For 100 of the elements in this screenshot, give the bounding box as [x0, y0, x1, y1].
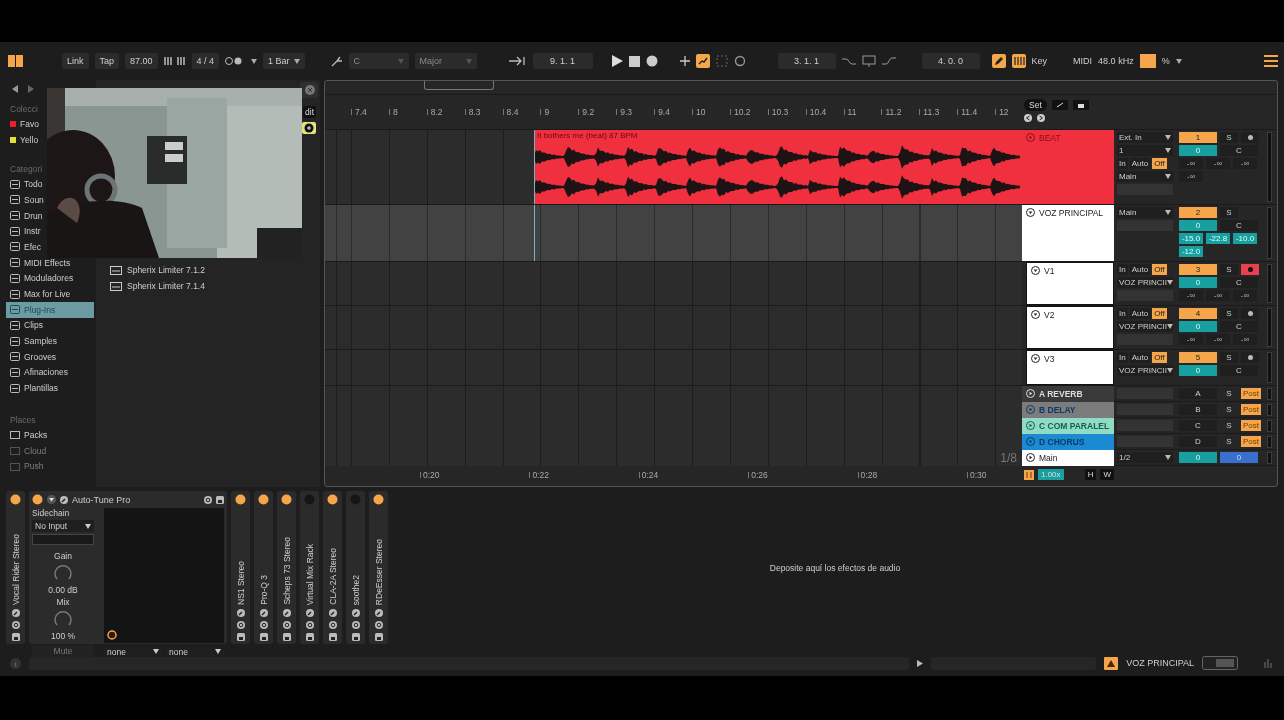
midi-label[interactable]: MIDI [1073, 56, 1093, 66]
tap-button[interactable]: Tap [94, 53, 120, 69]
solo-button[interactable]: S [1220, 404, 1238, 415]
pan-field[interactable]: C [1220, 220, 1258, 231]
routing-select[interactable]: Main [1117, 171, 1173, 182]
monitor-button[interactable]: In [1117, 158, 1128, 169]
automation-arm-icon[interactable] [695, 54, 710, 68]
caret-icon[interactable] [215, 649, 221, 654]
save-icon[interactable] [374, 633, 383, 641]
routing-select[interactable]: VOZ PRINCII [1117, 277, 1173, 288]
set-button[interactable]: Set [1024, 99, 1047, 111]
monitor-button[interactable]: Auto [1129, 264, 1151, 275]
nudge-icon[interactable] [163, 56, 186, 66]
solo-button[interactable]: S [1220, 420, 1238, 431]
link-icon[interactable] [282, 621, 291, 629]
h-button[interactable]: H [1084, 469, 1097, 480]
arm-button[interactable] [1241, 308, 1259, 319]
routing-select[interactable]: VOZ PRINCII [1117, 321, 1173, 332]
forward-icon[interactable] [28, 85, 34, 93]
arm-button[interactable] [1241, 132, 1259, 143]
category-item[interactable]: Instr [6, 223, 41, 240]
wrench-icon[interactable] [328, 609, 337, 617]
scale-icon[interactable] [330, 55, 343, 67]
play-circle-icon[interactable] [1026, 421, 1035, 430]
pan-field[interactable]: 0 [1220, 452, 1258, 463]
wrench-icon[interactable] [282, 609, 291, 617]
record-icon[interactable] [1247, 311, 1253, 316]
caret-icon[interactable] [251, 58, 258, 64]
ring-icon[interactable] [107, 630, 117, 640]
caret-icon[interactable] [153, 649, 159, 654]
send-field[interactable]: -∞ [1179, 290, 1203, 301]
return-letter[interactable]: B [1179, 404, 1217, 415]
return-track-header[interactable]: C COM PARALEL [1022, 418, 1114, 434]
monitor-button[interactable]: In [1117, 264, 1128, 275]
save-icon[interactable] [351, 633, 360, 641]
main-track-header[interactable]: Main [1022, 450, 1114, 466]
wrench-icon[interactable] [351, 609, 360, 617]
macro-select[interactable]: none [166, 646, 224, 657]
tempo-field[interactable]: 87.00 [125, 53, 158, 69]
send-field[interactable]: -∞ [1233, 158, 1257, 169]
solo-button[interactable]: S [1220, 388, 1238, 399]
play-icon[interactable] [610, 55, 623, 67]
device-on-icon[interactable] [281, 494, 292, 505]
folded-device[interactable]: Scheps 73 Stereo [277, 491, 296, 644]
record-icon[interactable] [1247, 135, 1253, 140]
plus-icon[interactable] [679, 56, 690, 66]
arm-button[interactable] [1241, 352, 1259, 363]
link-icon[interactable] [305, 621, 314, 629]
folded-device[interactable]: NS1 Stereo [231, 491, 250, 644]
folded-device[interactable]: Virtual Mix Rack [300, 491, 319, 644]
post-button[interactable]: Post [1241, 388, 1261, 399]
device-on-icon[interactable] [10, 494, 21, 505]
fold-caret-icon[interactable] [47, 495, 56, 504]
pencil-icon[interactable] [991, 54, 1006, 68]
category-item[interactable]: Clips [6, 317, 43, 334]
caret-icon[interactable] [1167, 368, 1173, 373]
category-item[interactable]: Grooves [6, 348, 57, 365]
device-on-icon[interactable] [235, 494, 246, 505]
track-activator[interactable]: 2 [1179, 207, 1217, 218]
solo-button[interactable]: S [1220, 264, 1238, 275]
monitor-button[interactable]: Auto [1129, 352, 1151, 363]
device-on-icon[interactable] [373, 494, 384, 505]
track-activator[interactable]: 3 [1179, 264, 1217, 275]
mute-button[interactable]: Mute [32, 645, 94, 657]
routing-select[interactable]: 1 [1117, 145, 1173, 156]
pan-field[interactable]: C [1220, 145, 1258, 156]
track-lane[interactable] [325, 306, 1022, 349]
edit-button[interactable]: dit [303, 106, 316, 118]
link-icon[interactable] [259, 621, 268, 629]
curve-icon[interactable] [881, 56, 896, 66]
save-icon[interactable] [259, 633, 268, 641]
file-item[interactable]: Spherix Limiter 7.1.4 [100, 278, 318, 294]
save-icon[interactable] [11, 633, 20, 641]
fold-icon[interactable] [1031, 310, 1040, 319]
record-icon[interactable] [645, 55, 658, 67]
lock-icon[interactable] [1072, 100, 1089, 110]
wrench-icon[interactable] [60, 495, 68, 504]
solo-button[interactable]: S [1220, 207, 1238, 218]
curve-icon[interactable] [841, 56, 856, 66]
track-header[interactable]: V2 [1026, 306, 1114, 349]
category-item[interactable]: Max for Live [6, 286, 71, 302]
track-lane[interactable] [325, 262, 1022, 305]
signature-field[interactable]: 4 / 4 [191, 53, 220, 69]
monitor-button[interactable]: Auto [1129, 158, 1151, 169]
add-icon[interactable] [302, 122, 316, 134]
place-item[interactable]: Packs [6, 427, 48, 443]
folded-device[interactable]: Vocal Rider Stereo [6, 491, 25, 644]
loop-start-field[interactable]: 3. 1. 1 [777, 53, 836, 69]
save-icon[interactable] [216, 495, 224, 504]
caret-icon[interactable] [85, 523, 91, 529]
category-item[interactable]: Plantillas [6, 380, 59, 396]
routing-select[interactable]: 1/2 [1117, 452, 1173, 463]
file-item[interactable]: Spherix Limiter 7.1.2 [100, 262, 318, 278]
category-item[interactable]: Drun [6, 207, 43, 224]
wrench-icon[interactable] [11, 609, 20, 617]
send-field[interactable]: -∞ [1233, 334, 1257, 345]
key-select[interactable]: C [348, 53, 409, 69]
caret-icon[interactable] [293, 58, 300, 64]
track-header[interactable]: V1 [1026, 262, 1114, 305]
sidechain-field[interactable] [32, 534, 94, 545]
